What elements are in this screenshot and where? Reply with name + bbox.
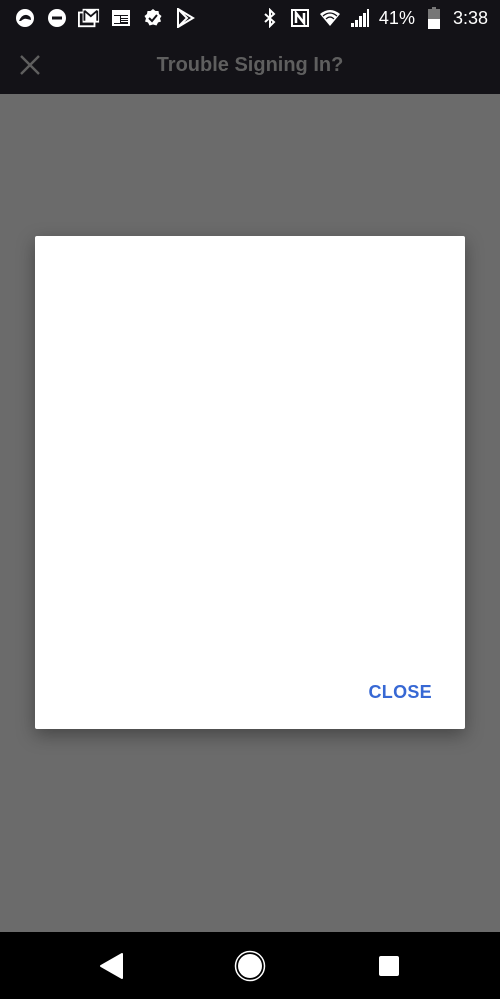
home-icon [234,950,266,982]
system-icons: 41% 3:38 [259,7,500,29]
app-bar: Trouble Signing In? [0,36,500,94]
battery-icon [423,7,445,29]
dialog-close-button[interactable]: CLOSE [368,682,432,703]
home-button[interactable] [234,950,266,982]
ring-app-icon [14,7,36,29]
calendar-icon [110,7,132,29]
status-bar: 41% 3:38 [0,0,500,36]
recents-icon [379,956,399,976]
close-button[interactable] [16,51,44,79]
recents-button[interactable] [373,950,405,982]
verified-badge-icon [142,7,164,29]
gmail-icon [78,7,100,29]
navigation-bar [0,932,500,999]
play-store-icon [174,7,196,29]
back-icon [100,953,123,979]
page-title: Trouble Signing In? [156,53,344,76]
cell-signal-icon [349,7,371,29]
wifi-icon [319,7,341,29]
nfc-icon [289,7,311,29]
back-button[interactable] [96,950,128,982]
close-icon [20,55,40,75]
do-not-disturb-icon [46,7,68,29]
bluetooth-icon [259,7,281,29]
battery-percent: 41% [378,7,415,28]
dialog: CLOSE [35,236,465,729]
notification-icons [0,7,196,29]
clock: 3:38 [452,7,488,28]
